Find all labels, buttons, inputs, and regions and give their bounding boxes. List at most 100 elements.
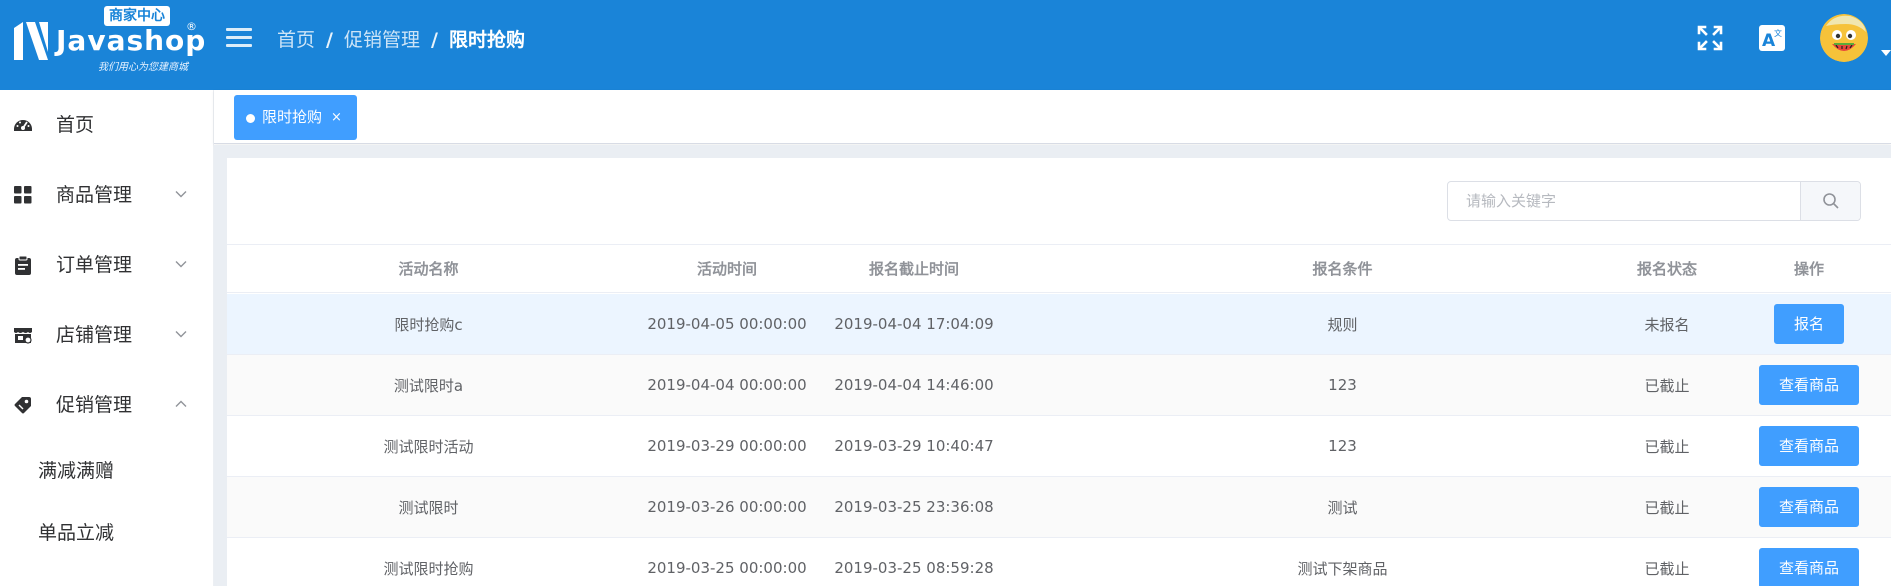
- tab-label: 限时抢购: [262, 108, 323, 126]
- tab-flash-sale[interactable]: 限时抢购 ×: [234, 95, 357, 140]
- chevron-down-icon: [175, 261, 187, 268]
- sidebar-subitem-label: 单品立减: [38, 522, 115, 544]
- breadcrumb: 首页 / 促销管理 / 限时抢购: [277, 28, 525, 52]
- cell-status: 未报名: [1644, 315, 1690, 334]
- breadcrumb-promotion[interactable]: 促销管理: [344, 29, 420, 51]
- dashboard-icon: [14, 120, 32, 131]
- sidebar-subitem-label: 满减满赠: [38, 460, 115, 482]
- table-row: 测试限时 2019-03-26 00:00:00 2019-03-25 23:3…: [227, 477, 1891, 538]
- brand-name: Javashop: [56, 24, 207, 57]
- column-header: 报名条件: [1312, 260, 1373, 278]
- active-dot-icon: [246, 114, 255, 123]
- breadcrumb-current: 限时抢购: [448, 29, 525, 51]
- chevron-down-icon: [175, 191, 187, 198]
- cell-activity-name: 测试限时抢购: [383, 559, 474, 578]
- column-header: 报名截止时间: [868, 260, 959, 278]
- avatar-face-icon: [1820, 14, 1868, 62]
- cell-activity-name: 限时抢购c: [394, 315, 463, 334]
- sidebar-item-goods[interactable]: 商品管理: [0, 160, 214, 230]
- breadcrumb-separator: /: [326, 29, 333, 51]
- cell-activity-time: 2019-03-26 00:00:00: [647, 498, 807, 516]
- sidebar: 首页 商品管理 订单管理 店铺管理 促销管理 满减满赠 单品立减: [0, 90, 214, 586]
- view-goods-button[interactable]: 查看商品: [1758, 426, 1859, 466]
- content-panel: 活动名称 活动时间 报名截止时间 报名条件 报名状态 操作 限时抢购c 2019…: [227, 158, 1891, 586]
- cell-status: 已截止: [1644, 559, 1690, 578]
- top-header: Javashop ® 商家中心 我们用心为您建商城 首页 / 促销管理 / 限时抢购 A…: [0, 0, 1891, 90]
- cell-status: 已截止: [1644, 437, 1690, 456]
- table-row: 限时抢购c 2019-04-05 00:00:00 2019-04-04 17:…: [227, 294, 1891, 355]
- logo[interactable]: Javashop ® 商家中心 我们用心为您建商城: [12, 6, 205, 73]
- sidebar-item-promotion[interactable]: 促销管理: [0, 370, 214, 440]
- brand-slogan: 我们用心为您建商城: [98, 62, 188, 73]
- search-icon: [1823, 193, 1839, 209]
- signup-button[interactable]: 报名: [1773, 304, 1844, 344]
- sidebar-subitem-full-reduction[interactable]: 满减满赠: [0, 440, 214, 502]
- breadcrumb-separator: /: [430, 29, 438, 51]
- table-header: 活动名称 活动时间 报名截止时间 报名条件 报名状态 操作: [227, 245, 1891, 293]
- view-goods-button[interactable]: 查看商品: [1758, 365, 1859, 405]
- breadcrumb-home[interactable]: 首页: [277, 29, 315, 51]
- cell-activity-name: 测试限时活动: [383, 437, 474, 456]
- cell-activity-time: 2019-03-29 00:00:00: [647, 437, 807, 455]
- fullscreen-icon[interactable]: [1696, 24, 1724, 52]
- search-button[interactable]: [1800, 182, 1860, 220]
- grid-icon: [14, 186, 32, 204]
- view-goods-button[interactable]: 查看商品: [1758, 548, 1859, 586]
- cell-action: 报名: [1727, 294, 1891, 354]
- cell-action: 查看商品: [1727, 477, 1891, 537]
- cell-deadline: 2019-03-29 10:40:47: [834, 437, 994, 455]
- cell-status: 已截止: [1644, 376, 1690, 395]
- tags-view-bar: 限时抢购 ×: [214, 90, 1891, 144]
- table-row: 测试限时a 2019-04-04 00:00:00 2019-04-04 14:…: [227, 355, 1891, 416]
- chevron-down-icon[interactable]: [1881, 50, 1891, 56]
- cell-status: 已截止: [1644, 498, 1690, 517]
- table-row: 测试限时活动 2019-03-29 00:00:00 2019-03-29 10…: [227, 416, 1891, 477]
- avatar[interactable]: [1820, 14, 1868, 62]
- cell-condition: 测试: [1327, 498, 1358, 517]
- sidebar-item-orders[interactable]: 订单管理: [0, 230, 214, 300]
- sidebar-subitem-single-discount[interactable]: 单品立减: [0, 502, 214, 564]
- search-box: [1447, 181, 1861, 221]
- sidebar-item-label: 商品管理: [56, 184, 133, 206]
- close-icon[interactable]: ×: [331, 108, 342, 128]
- cell-activity-time: 2019-04-04 00:00:00: [647, 376, 807, 394]
- cell-action: 查看商品: [1727, 538, 1891, 586]
- chevron-up-icon: [175, 400, 187, 407]
- column-header: 活动名称: [398, 260, 459, 278]
- sidebar-item-label: 订单管理: [56, 254, 133, 276]
- cell-condition: 123: [1328, 437, 1357, 455]
- view-goods-button[interactable]: 查看商品: [1758, 487, 1859, 527]
- tag-icon: [14, 397, 31, 414]
- chevron-down-icon: [175, 331, 187, 338]
- search-input[interactable]: [1448, 182, 1800, 220]
- cell-deadline: 2019-04-04 14:46:00: [834, 376, 994, 394]
- menu-toggle-icon[interactable]: [226, 28, 252, 48]
- sidebar-item-label: 促销管理: [56, 394, 133, 416]
- column-header: 报名状态: [1636, 260, 1697, 278]
- table-row: 测试限时抢购 2019-03-25 00:00:00 2019-03-25 08…: [227, 538, 1891, 586]
- cell-action: 查看商品: [1727, 355, 1891, 415]
- cell-activity-time: 2019-03-25 00:00:00: [647, 559, 807, 577]
- svg-text:文: 文: [1774, 28, 1782, 38]
- registered-mark: ®: [186, 20, 197, 33]
- column-header: 活动时间: [696, 260, 757, 278]
- cell-condition: 规则: [1327, 315, 1358, 334]
- cell-deadline: 2019-03-25 23:36:08: [834, 498, 994, 516]
- cell-condition: 测试下架商品: [1297, 559, 1388, 578]
- cell-activity-time: 2019-04-05 00:00:00: [647, 315, 807, 333]
- cell-activity-name: 测试限时: [398, 498, 459, 517]
- sidebar-item-label: 首页: [56, 114, 95, 136]
- shop-icon: [14, 328, 32, 344]
- cell-deadline: 2019-03-25 08:59:28: [834, 559, 994, 577]
- sidebar-item-label: 店铺管理: [56, 324, 133, 346]
- cell-deadline: 2019-04-04 17:04:09: [834, 315, 994, 333]
- cell-condition: 123: [1328, 376, 1357, 394]
- sidebar-item-shop[interactable]: 店铺管理: [0, 300, 214, 370]
- merchant-center-badge: 商家中心: [104, 6, 170, 26]
- table-toolbar: [227, 158, 1891, 245]
- column-header: 操作: [1793, 260, 1824, 278]
- sidebar-item-home[interactable]: 首页: [0, 90, 214, 160]
- brand-n-icon: [14, 22, 48, 60]
- cell-action: 查看商品: [1727, 416, 1891, 476]
- translate-icon[interactable]: A 文: [1758, 24, 1786, 52]
